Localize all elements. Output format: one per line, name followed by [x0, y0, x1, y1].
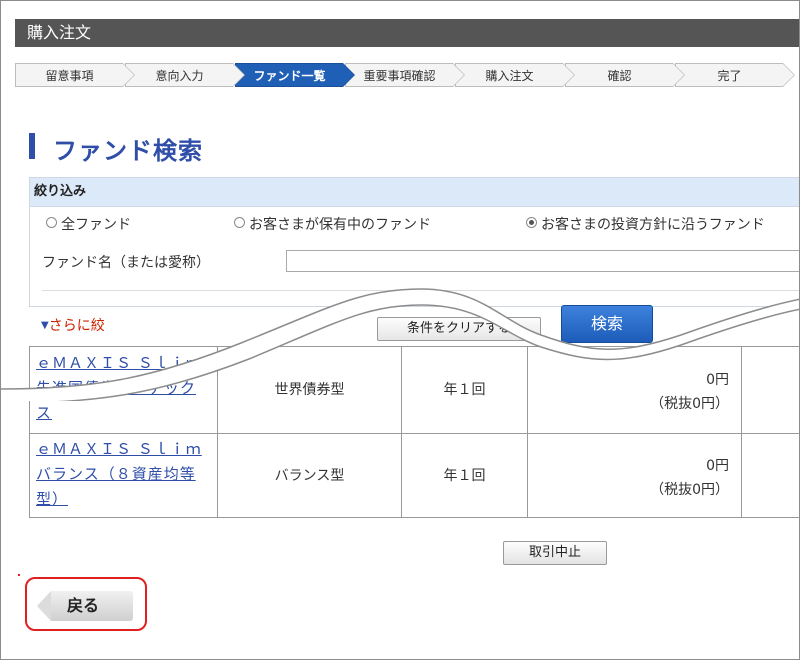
radio-held-funds[interactable]: お客さまが保有中のファンド	[234, 214, 431, 234]
app-window: 購入注文 留意事項 意向入力 ファンド一覧 重要事項確認 購入注文 確認 完了 …	[0, 0, 800, 660]
step-5: 購入注文	[455, 63, 575, 87]
fee-excl-tax: （税抜0円）	[650, 482, 729, 498]
back-arrow-icon	[37, 591, 51, 621]
radio-button-checked-icon[interactable]	[526, 217, 537, 228]
step-3: ファンド一覧	[235, 63, 355, 87]
fee-amount: 0円	[706, 458, 729, 474]
fund-name-label: ファンド名（または愛称）	[42, 255, 210, 271]
fund-type-cell: バランス型	[218, 433, 402, 517]
cancel-transaction-button[interactable]: 取引中止	[503, 541, 607, 565]
step-6: 確認	[565, 63, 685, 87]
fund-name-cell: ｅＭＡＸＩＳ Ｓｌｉｍ バランス（８資産均等 型）	[30, 433, 218, 517]
radio-all-funds[interactable]: 全ファンド	[46, 214, 131, 234]
fund-name-link[interactable]: ｅＭＡＸＩＳ Ｓｌｉｍ バランス（８資産均等 型）	[36, 437, 213, 512]
table-row: ｅＭＡＸＩＳ Ｓｌｉｍ バランス（８資産均等 型） バランス型 年１回 0円 （…	[30, 433, 799, 517]
back-button-label: 戻る	[67, 596, 100, 615]
filter-header: 絞り込み	[30, 178, 799, 207]
step-7: 完了	[675, 63, 795, 87]
extra-cell	[742, 433, 799, 517]
page-break-wave	[1, 288, 799, 401]
radio-button-icon[interactable]	[234, 217, 245, 228]
page-title: ファンド検索	[53, 137, 203, 165]
heading-accent-bar	[29, 133, 35, 159]
step-4: 重要事項確認	[345, 63, 465, 87]
step-2: 意向入力	[125, 63, 245, 87]
radio-policy-funds[interactable]: お客さまの投資方針に沿うファンド	[526, 214, 765, 234]
fund-name-input[interactable]	[286, 250, 799, 272]
back-button[interactable]: 戻る	[37, 591, 133, 621]
radio-button-icon[interactable]	[46, 217, 57, 228]
window-title: 購入注文	[15, 19, 799, 47]
purchase-fee-cell: 0円 （税抜0円）	[528, 433, 742, 517]
settlement-frequency-cell: 年１回	[402, 433, 528, 517]
step-1: 留意事項	[15, 63, 135, 87]
red-marker	[18, 574, 20, 576]
